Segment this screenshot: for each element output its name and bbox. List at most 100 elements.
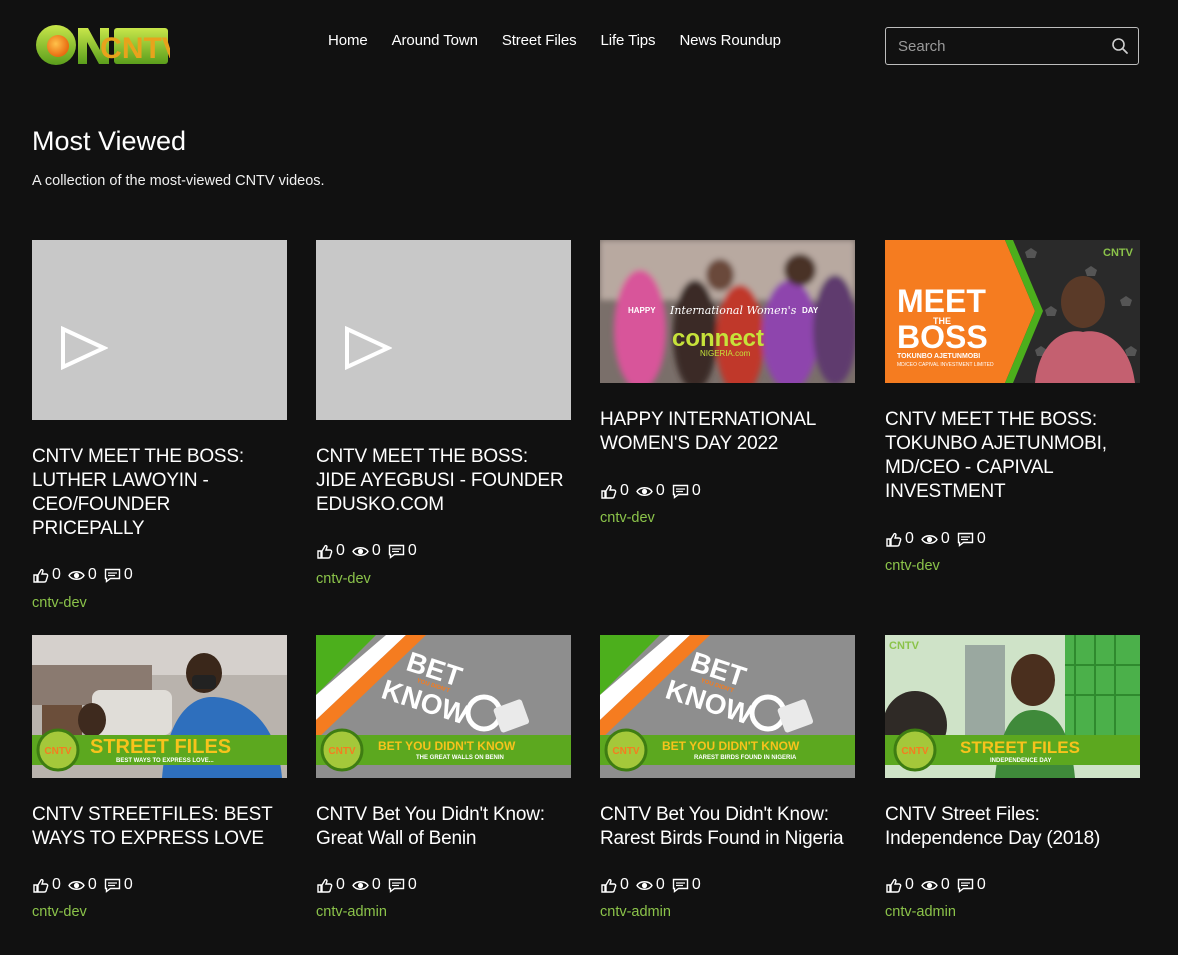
eye-icon [921,880,938,890]
search-icon[interactable] [1111,37,1129,55]
svg-text:CNTV: CNTV [901,746,929,757]
video-title[interactable]: HAPPY INTERNATIONAL WOMEN'S DAY 2022 [600,408,855,456]
like-count: 0 [620,482,629,499]
like-icon[interactable] [885,878,902,893]
comment-icon[interactable] [388,544,405,559]
comment-icon[interactable] [957,878,974,893]
like-count: 0 [336,542,345,559]
video-title[interactable]: CNTV Street Files: Independence Day (201… [885,803,1140,851]
svg-text:STREET FILES: STREET FILES [90,736,231,758]
eye-icon [352,880,369,890]
video-card[interactable]: CNTV MEET THE BOSS: LUTHER LAWOYIN - CEO… [32,240,287,620]
comment-icon[interactable] [104,878,121,893]
video-title[interactable]: CNTV Bet You Didn't Know: Rarest Birds F… [600,803,855,851]
video-author[interactable]: cntv-admin [600,904,671,920]
like-count: 0 [52,876,61,893]
view-count: 0 [655,482,665,499]
video-title[interactable]: CNTV MEET THE BOSS: LUTHER LAWOYIN - CEO… [32,445,287,541]
eye-icon [636,486,653,496]
cntv-logo[interactable]: CNTV [34,22,182,68]
nav-home[interactable]: Home [328,32,368,49]
like-count: 0 [905,530,914,547]
video-stats: 0 0 0 [600,876,701,894]
video-thumbnail[interactable]: CNTV STREET FILES INDEPENDENCE DAY CNTV [885,635,1140,778]
comment-count: 0 [691,876,701,893]
video-card[interactable]: HAPPY International Women's DAY connect … [600,240,855,534]
comment-icon[interactable] [957,532,974,547]
svg-text:TOKUNBO AJETUNMOBI: TOKUNBO AJETUNMOBI [897,353,980,360]
nav-life-tips[interactable]: Life Tips [600,32,655,49]
video-stats: 0 0 0 [32,876,133,894]
video-thumbnail[interactable]: HAPPY International Women's DAY connect … [600,240,855,383]
comment-icon[interactable] [672,484,689,499]
video-title[interactable]: CNTV MEET THE BOSS: TOKUNBO AJETUNMOBI, … [885,408,1140,504]
svg-text:THE GREAT WALLS ON BENIN: THE GREAT WALLS ON BENIN [416,755,504,761]
video-title[interactable]: CNTV Bet You Didn't Know: Great Wall of … [316,803,571,851]
like-icon[interactable] [316,878,333,893]
svg-text:NIGERIA.com: NIGERIA.com [700,349,751,358]
video-stats: 0 0 0 [316,876,417,894]
like-count: 0 [52,566,61,583]
video-card[interactable]: BET YOU DIDN'T KNOW CNTV BET YOU DIDN'T … [316,635,571,927]
nav-around-town[interactable]: Around Town [392,32,478,49]
video-author[interactable]: cntv-dev [32,595,87,611]
meet-the-boss-thumbnail-image: MEET THE BOSS TOKUNBO AJETUNMOBI MD/CEO … [885,240,1140,383]
video-card[interactable]: CNTV MEET THE BOSS: JIDE AYEGBUSI - FOUN… [316,240,571,596]
like-icon[interactable] [885,532,902,547]
nav-news-roundup[interactable]: News Roundup [679,32,780,49]
video-author[interactable]: cntv-dev [885,558,940,574]
svg-text:MD/CEO CAPIVAL INVESTMENT LIMI: MD/CEO CAPIVAL INVESTMENT LIMITED [897,362,994,368]
video-card[interactable]: CNTV STREET FILES INDEPENDENCE DAY CNTV … [885,635,1140,927]
svg-text:BEST WAYS TO EXPRESS LOVE...: BEST WAYS TO EXPRESS LOVE... [116,758,214,764]
video-stats: 0 0 0 [600,482,701,500]
video-stats: 0 0 0 [32,566,133,584]
like-count: 0 [620,876,629,893]
video-stats: 0 0 0 [316,542,417,560]
svg-text:CNTV: CNTV [1103,247,1134,259]
svg-text:BET YOU DIDN'T KNOW: BET YOU DIDN'T KNOW [662,739,800,753]
video-title[interactable]: CNTV MEET THE BOSS: JIDE AYEGBUSI - FOUN… [316,445,571,517]
video-author[interactable]: cntv-dev [32,904,87,920]
comment-count: 0 [123,566,133,583]
video-thumbnail[interactable]: BET YOU DIDN'T KNOW CNTV BET YOU DIDN'T … [316,635,571,778]
video-thumbnail[interactable]: CNTV STREET FILES BEST WAYS TO EXPRESS L… [32,635,287,778]
eye-icon [636,880,653,890]
like-icon[interactable] [316,544,333,559]
comment-icon[interactable] [388,878,405,893]
like-count: 0 [336,876,345,893]
video-card[interactable]: BET YOU DIDN'T KNOW CNTV BET YOU DIDN'T … [600,635,855,927]
page-description: A collection of the most-viewed CNTV vid… [32,173,325,189]
search-input[interactable] [886,28,1106,64]
video-thumbnail[interactable] [32,240,287,420]
like-icon[interactable] [600,484,617,499]
video-thumbnail[interactable]: MEET THE BOSS TOKUNBO AJETUNMOBI MD/CEO … [885,240,1140,383]
video-thumbnail[interactable]: BET YOU DIDN'T KNOW CNTV BET YOU DIDN'T … [600,635,855,778]
like-icon[interactable] [32,568,49,583]
view-count: 0 [940,530,950,547]
eye-icon [68,570,85,580]
like-icon[interactable] [32,878,49,893]
comment-count: 0 [976,876,986,893]
video-thumbnail[interactable] [316,240,571,420]
video-card[interactable]: CNTV STREET FILES BEST WAYS TO EXPRESS L… [32,635,287,927]
comment-icon[interactable] [672,878,689,893]
street-files-thumbnail-image: CNTV STREET FILES BEST WAYS TO EXPRESS L… [32,635,287,778]
eye-icon [921,534,938,544]
video-author[interactable]: cntv-admin [885,904,956,920]
video-stats: 0 0 0 [885,876,986,894]
comment-count: 0 [976,530,986,547]
like-count: 0 [905,876,914,893]
main-nav: Home Around Town Street Files Life Tips … [328,32,781,49]
video-author[interactable]: cntv-admin [316,904,387,920]
video-card[interactable]: MEET THE BOSS TOKUNBO AJETUNMOBI MD/CEO … [885,240,1140,582]
play-icon [345,326,392,370]
video-author[interactable]: cntv-dev [316,571,371,587]
video-title[interactable]: CNTV STREETFILES: BEST WAYS TO EXPRESS L… [32,803,287,851]
svg-text:MEET: MEET [897,283,986,319]
view-count: 0 [371,542,381,559]
view-count: 0 [87,566,97,583]
nav-street-files[interactable]: Street Files [502,32,577,49]
like-icon[interactable] [600,878,617,893]
video-author[interactable]: cntv-dev [600,510,655,526]
comment-icon[interactable] [104,568,121,583]
